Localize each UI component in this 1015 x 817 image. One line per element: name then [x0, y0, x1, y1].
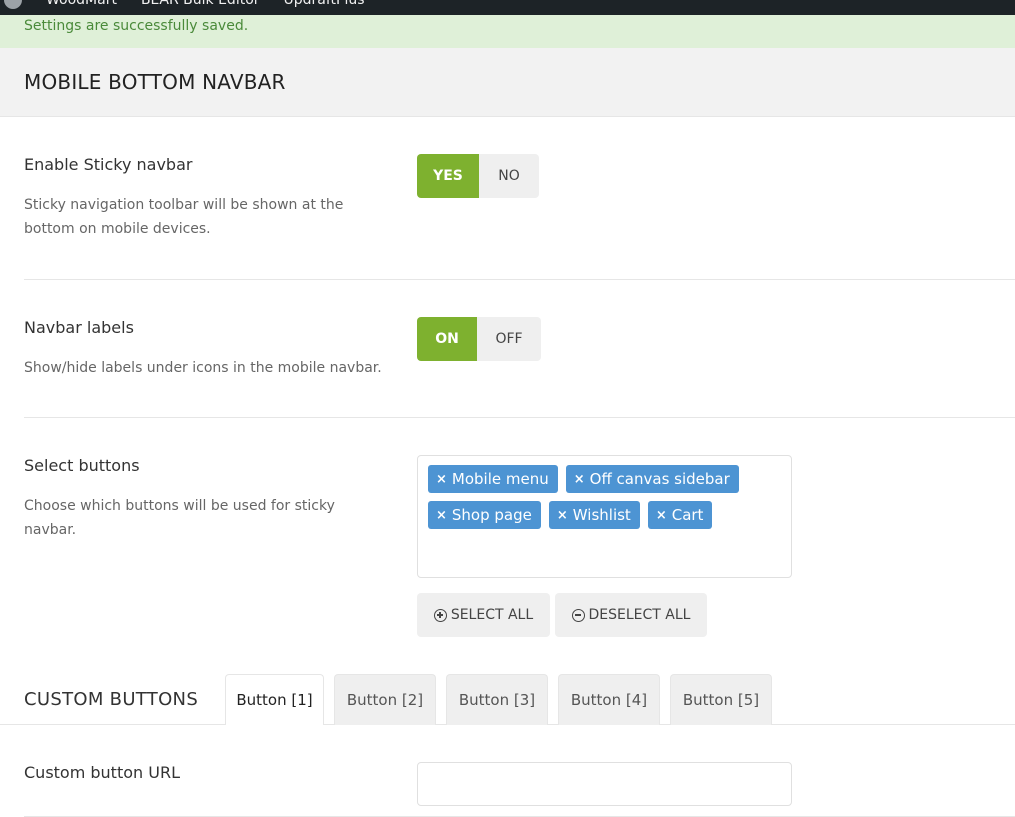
deselect-all-label: DESELECT ALL: [588, 607, 691, 623]
deselect-all-button[interactable]: DESELECT ALL: [555, 593, 707, 637]
notice-text: Settings are successfully saved.: [24, 18, 249, 34]
select-all-label: SELECT ALL: [450, 607, 534, 623]
custom-url-input[interactable]: [417, 762, 792, 806]
sticky-no-option[interactable]: NO: [479, 154, 539, 198]
plus-circle-icon: [433, 608, 447, 622]
tag-label: Cart: [671, 506, 704, 524]
sticky-navbar-desc: Sticky navigation toolbar will be shown …: [24, 197, 344, 237]
wordpress-logo-icon[interactable]: [4, 0, 22, 9]
remove-tag-icon[interactable]: ×: [436, 508, 447, 523]
select-buttons-title: Select buttons: [24, 456, 140, 475]
remove-tag-icon[interactable]: ×: [656, 508, 667, 523]
tab-button-3[interactable]: Button [3]: [446, 674, 548, 725]
minus-circle-icon: [571, 608, 585, 622]
adminbar-item-woodmart[interactable]: WoodMart: [46, 0, 117, 8]
labels-on-option[interactable]: ON: [417, 317, 477, 361]
tag-mobile-menu: × Mobile menu: [428, 465, 558, 493]
tag-label: Mobile menu: [451, 470, 549, 488]
navbar-labels-desc: Show/hide labels under icons in the mobi…: [24, 360, 382, 376]
remove-tag-icon[interactable]: ×: [574, 472, 585, 487]
labels-off-option[interactable]: OFF: [477, 317, 541, 361]
tag-label: Off canvas sidebar: [589, 470, 730, 488]
navbar-labels-switch[interactable]: ON OFF: [417, 317, 541, 361]
sticky-yes-option[interactable]: YES: [417, 154, 479, 198]
navbar-labels-title: Navbar labels: [24, 318, 134, 337]
adminbar-item-bulk-editor[interactable]: BEAR Bulk Editor: [141, 0, 260, 8]
remove-tag-icon[interactable]: ×: [557, 508, 568, 523]
section-header: MOBILE BOTTOM NAVBAR: [0, 48, 1015, 117]
select-all-button[interactable]: SELECT ALL: [417, 593, 550, 637]
divider: [24, 279, 1015, 280]
select-buttons-desc: Choose which buttons will be used for st…: [24, 498, 335, 538]
tag-off-canvas-sidebar: × Off canvas sidebar: [565, 465, 739, 493]
sticky-navbar-switch[interactable]: YES NO: [417, 154, 539, 198]
admin-bar: WoodMart BEAR Bulk Editor UpdraftPlus: [0, 0, 1015, 15]
section-title: MOBILE BOTTOM NAVBAR: [24, 70, 286, 94]
tab-button-4[interactable]: Button [4]: [558, 674, 660, 725]
tag-wishlist: × Wishlist: [548, 501, 640, 529]
tag-label: Shop page: [451, 506, 532, 524]
remove-tag-icon[interactable]: ×: [436, 472, 447, 487]
divider: [24, 417, 1015, 418]
buttons-multiselect[interactable]: × Mobile menu × Off canvas sidebar × Sho…: [417, 455, 792, 578]
tag-cart: × Cart: [647, 501, 713, 529]
adminbar-item-updraftplus[interactable]: UpdraftPlus: [284, 0, 365, 8]
tab-button-5[interactable]: Button [5]: [670, 674, 772, 725]
tab-button-1[interactable]: Button [1]: [225, 674, 324, 725]
tag-shop-page: × Shop page: [428, 501, 541, 529]
custom-url-label: Custom button URL: [24, 763, 180, 782]
custom-buttons-title: CUSTOM BUTTONS: [24, 689, 199, 710]
sticky-navbar-title: Enable Sticky navbar: [24, 155, 193, 174]
success-notice: Settings are successfully saved.: [0, 15, 1015, 48]
tab-button-2[interactable]: Button [2]: [334, 674, 436, 725]
tag-label: Wishlist: [572, 506, 631, 524]
